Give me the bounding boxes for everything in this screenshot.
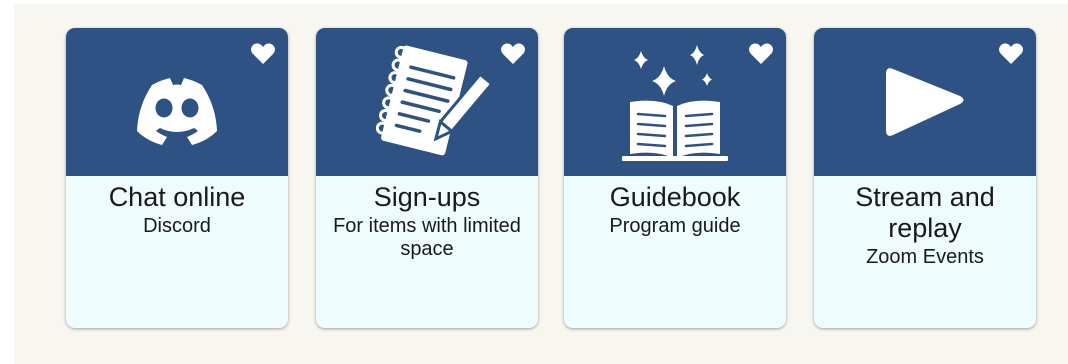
heart-icon[interactable] — [998, 42, 1024, 66]
card-header — [564, 28, 786, 176]
card-header — [66, 28, 288, 176]
card-title: Chat online — [108, 182, 246, 212]
card-header — [814, 28, 1036, 176]
card-title: Stream and replay — [855, 182, 995, 243]
heart-icon[interactable] — [748, 42, 774, 66]
heart-icon[interactable] — [500, 42, 526, 66]
card-grid: Chat online Discord Sign-ups For items w… — [66, 28, 1066, 330]
card-text: Guidebook Program guide — [564, 178, 786, 238]
heart-icon[interactable] — [250, 42, 276, 66]
card-text: Stream and replay Zoom Events — [814, 178, 1036, 269]
card-header — [316, 28, 538, 176]
card-subtitle: For items with limited space — [333, 215, 521, 260]
page-panel: Chat online Discord Sign-ups For items w… — [14, 4, 1068, 364]
card-title: Sign-ups — [373, 182, 481, 212]
card-subtitle: Zoom Events — [866, 246, 984, 268]
card-chat-online[interactable]: Chat online Discord — [66, 28, 288, 328]
card-subtitle: Program guide — [609, 215, 741, 237]
card-sign-ups[interactable]: Sign-ups For items with limited space — [316, 28, 538, 328]
card-guidebook[interactable]: Guidebook Program guide — [564, 28, 786, 328]
card-title: Guidebook — [609, 182, 741, 212]
card-text: Chat online Discord — [66, 178, 288, 238]
card-subtitle: Discord — [143, 215, 211, 237]
card-text: Sign-ups For items with limited space — [316, 178, 538, 261]
card-stream-and-replay[interactable]: Stream and replay Zoom Events — [814, 28, 1036, 328]
